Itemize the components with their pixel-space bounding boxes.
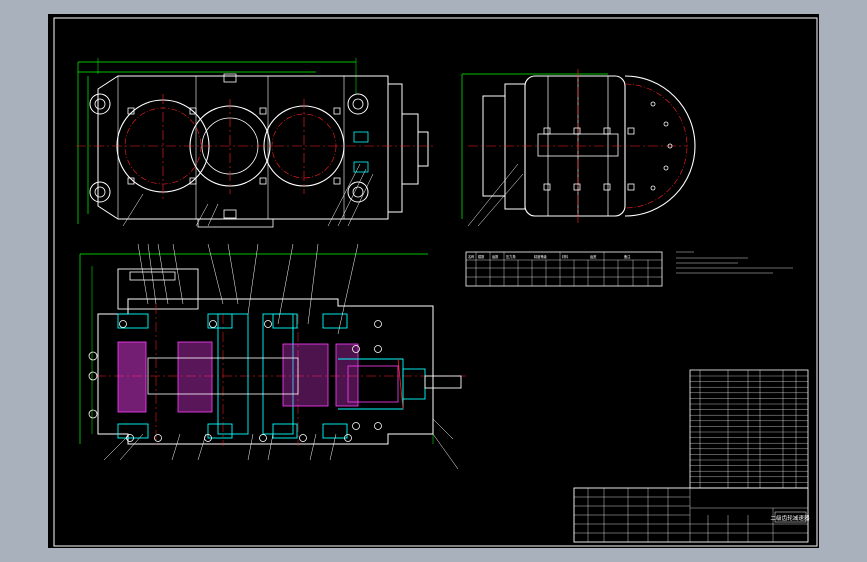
gear-table-header: 模数 <box>478 254 485 259</box>
assembly-drawing: 名称 模数 齿数 压力角 精度等级 材料 齿宽 备注 二级齿轮减速器 <box>53 17 818 547</box>
gear-table-header: 齿数 <box>492 254 499 259</box>
technical-notes <box>676 251 793 274</box>
gear-table-header: 名称 <box>468 254 475 259</box>
gear-table-header: 压力角 <box>506 254 516 259</box>
top-view <box>76 58 433 228</box>
gear-table-header: 备注 <box>624 254 631 259</box>
drawing-title: 二级齿轮减速器 <box>770 514 810 522</box>
gear-table-header: 精度等级 <box>534 254 548 259</box>
drawing-border <box>53 17 818 547</box>
section-view <box>79 243 468 470</box>
gear-parameter-table: 名称 模数 齿数 压力角 精度等级 材料 齿宽 备注 <box>465 251 663 287</box>
cad-viewport[interactable]: 名称 模数 齿数 压力角 精度等级 材料 齿宽 备注 二级齿轮减速器 <box>48 14 819 548</box>
parts-list <box>689 369 809 489</box>
side-view <box>461 69 696 227</box>
title-block: 二级齿轮减速器 <box>573 487 810 543</box>
gear-table-header: 齿宽 <box>590 254 597 259</box>
gear-table-header: 材料 <box>562 254 569 259</box>
